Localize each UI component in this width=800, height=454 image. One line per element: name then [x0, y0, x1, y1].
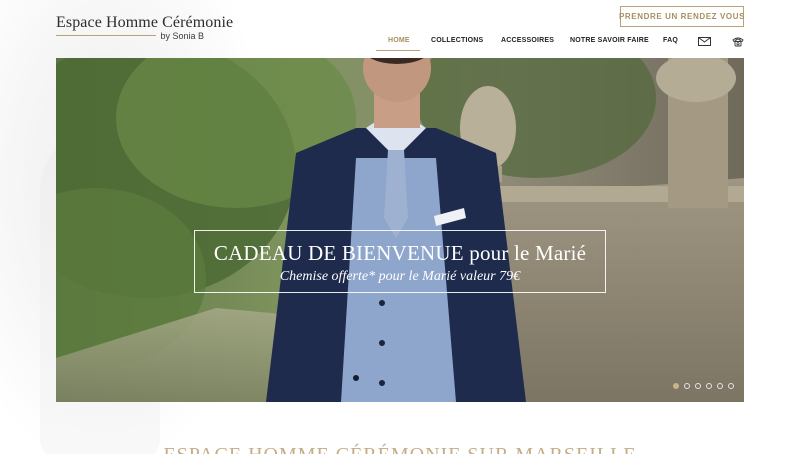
appointment-button[interactable]: PRENDRE UN RENDEZ VOUS — [619, 6, 744, 27]
main-nav: HOME COLLECTIONS ACCESSOIRES NOTRE SAVOI… — [0, 37, 800, 51]
nav-item-savoir-faire[interactable]: NOTRE SAVOIR FAIRE — [570, 37, 649, 44]
hero-caption-subtitle: Chemise offerte* pour le Marié valeur 79… — [279, 269, 521, 284]
nav-active-underline — [376, 50, 420, 51]
hero-caption-title: CADEAU DE BIENVENUE pour le Marié — [213, 241, 587, 265]
slider-dot-1[interactable] — [673, 383, 679, 389]
logo-divider — [56, 35, 156, 36]
slider-dot-5[interactable] — [717, 383, 723, 389]
phone-icon[interactable] — [732, 36, 744, 47]
slider-dot-6[interactable] — [728, 383, 734, 389]
nav-item-accessoires[interactable]: ACCESSOIRES — [501, 37, 554, 44]
hero-caption[interactable]: CADEAU DE BIENVENUE pour le Marié Chemis… — [194, 230, 606, 293]
nav-item-home[interactable]: HOME — [388, 37, 410, 44]
nav-item-collections[interactable]: COLLECTIONS — [431, 37, 483, 44]
slider-dot-3[interactable] — [695, 383, 701, 389]
slider-dot-4[interactable] — [706, 383, 712, 389]
logo-title: Espace Homme Cérémonie — [56, 14, 234, 31]
slider-dot-2[interactable] — [684, 383, 690, 389]
slider-pagination — [673, 383, 734, 389]
section-heading: ESPACE HOMME CÉRÉMONIE SUR MARSEILLE — [0, 444, 800, 454]
hero-slider[interactable]: CADEAU DE BIENVENUE pour le Marié Chemis… — [56, 58, 744, 402]
nav-item-faq[interactable]: FAQ — [663, 37, 678, 44]
mail-icon[interactable] — [698, 37, 711, 46]
